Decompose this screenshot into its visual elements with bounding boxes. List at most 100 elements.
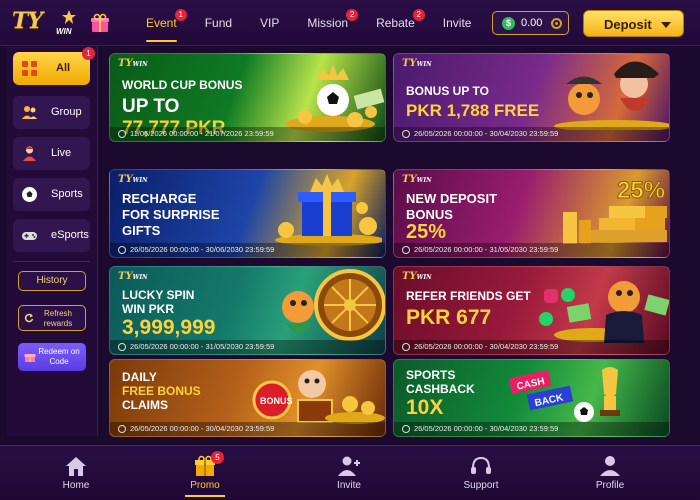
notification-badge: 1 [174, 9, 187, 21]
spin-wheel-art [282, 269, 385, 341]
user-icon [600, 456, 620, 476]
promo-banner-new-deposit[interactable]: TYWIN NEW DEPOSIT BONUS 25% 25% 26/05/20… [393, 169, 670, 258]
top-bar: TY WIN Event 1 Fund VIP Mission 2 Rebate… [0, 0, 700, 46]
soccer-trophy-art [285, 64, 385, 132]
banner-title: WORLD CUP BONUS [122, 78, 243, 92]
sidebar-item-all[interactable]: All 1 [13, 47, 95, 85]
banner-subtitle: CASHBACK [406, 382, 475, 396]
redeem-code-button[interactable]: Redeem on Code [18, 343, 86, 371]
bottom-nav-promo[interactable]: 5 Promo [155, 446, 255, 500]
balance-amount: 0.00 [521, 17, 543, 29]
gamepad-icon [22, 232, 37, 240]
banner-amount: 3,999,999 [122, 316, 216, 339]
bonus-chest-art: BONUS [252, 370, 385, 424]
cashback-trophy-art: CASH BACK [508, 367, 620, 422]
bottom-nav-label: Home [62, 480, 90, 491]
promo-banner-bonus-up-to[interactable]: TYWIN BONUS UP TO PKR 1,788 FREE 26/05/2… [393, 53, 670, 142]
banner-date-text: 26/05/2026 00:00:00 - 30/04/2030 23:59:5… [414, 424, 559, 433]
banner-logo: TYWIN [402, 174, 432, 185]
star-icon [62, 10, 76, 24]
banner-amount: PKR 1,788 FREE [406, 101, 540, 120]
banner-amount: 10X [406, 396, 444, 419]
banner-subtitle-2: CLAIMS [122, 398, 168, 412]
logo[interactable]: TY WIN [12, 8, 84, 38]
sidebar-item-group[interactable]: Group [13, 96, 90, 129]
notification-badge: 2 [346, 9, 359, 21]
banner-date: 11/06/2026 00:00:00 - 21/07/2026 23:59:5… [110, 127, 385, 141]
banner-logo-sub: WIN [132, 177, 148, 184]
bottom-nav-label: Support [463, 480, 499, 491]
bottom-nav-support[interactable]: Support [431, 446, 531, 500]
sidebar-item-live[interactable]: Live [13, 137, 90, 170]
banner-date: 26/05/2026 00:00:00 - 31/05/2030 23:59:5… [110, 340, 385, 354]
nav-tab-label: VIP [260, 16, 280, 30]
nav-tab-label: Mission [307, 16, 349, 30]
banner-subtitle-2: GIFTS [122, 223, 161, 238]
banner-logo-sub: WIN [416, 177, 432, 184]
banner-date-text: 26/05/2026 00:00:00 - 31/05/2030 23:59:5… [414, 245, 559, 254]
soccer-ball-icon [22, 187, 37, 202]
clock-icon [118, 425, 126, 433]
clock-icon [118, 130, 126, 138]
sidebar-item-label: Live [51, 147, 72, 159]
sidebar-item-sports[interactable]: Sports [13, 178, 90, 211]
nav-tab-fund[interactable]: Fund [191, 0, 246, 46]
banner-title: LUCKY SPIN [122, 288, 195, 302]
banner-amount: 25% [406, 221, 447, 243]
divider [13, 261, 90, 262]
sidebar-item-esports[interactable]: eSports [13, 219, 90, 252]
bottom-nav-label: Invite [337, 480, 361, 491]
sidebar-item-label: Group [51, 106, 82, 118]
deposit-label: Deposit [604, 17, 652, 32]
promo-banner-lucky-spin[interactable]: TYWIN LUCKY SPIN WIN PKR 3,999,999 26/05… [109, 266, 386, 355]
gift-box-art [275, 174, 382, 246]
nav-tab-label: Rebate [376, 16, 415, 30]
promo-banner-daily-bonus[interactable]: DAILY FREE BONUS CLAIMS BONUS 26/05/2026… [109, 359, 386, 437]
refresh-icon[interactable] [551, 18, 562, 29]
bottom-nav-invite[interactable]: Invite [299, 446, 399, 500]
refresh-rewards-label: Refresh rewards [43, 309, 73, 328]
banner-logo-text: TY [402, 174, 417, 185]
nav-tab-event[interactable]: Event 1 [132, 0, 191, 46]
refresh-rewards-button[interactable]: Refresh rewards [18, 305, 86, 331]
promo-banner-recharge[interactable]: TYWIN RECHARGE FOR SURPRISE GIFTS 26/05/… [109, 169, 386, 258]
redeem-gift-icon [24, 354, 36, 362]
group-icon [22, 106, 37, 119]
banner-subtitle: FOR SURPRISE [122, 207, 220, 222]
clock-icon [402, 130, 410, 138]
deposit-button[interactable]: Deposit [583, 10, 684, 37]
promo-banner-refer-friends[interactable]: TYWIN REFER FRIENDS GET PKR 677 26/05/20… [393, 266, 670, 355]
gift-icon[interactable] [90, 13, 110, 33]
banner-date-text: 26/05/2026 00:00:00 - 31/05/2030 23:59:5… [130, 342, 275, 351]
bottom-nav-profile[interactable]: Profile [560, 446, 660, 500]
banner-logo: TYWIN [118, 271, 148, 282]
banner-logo: TYWIN [402, 271, 432, 282]
notification-badge: 5 [211, 451, 224, 464]
top-nav: Event 1 Fund VIP Mission 2 Rebate 2 Invi… [132, 0, 485, 46]
banner-subtitle: BONUS [406, 207, 453, 222]
banner-subtitle: WIN PKR [122, 302, 174, 316]
logo-subtext: WIN [56, 27, 72, 36]
history-button[interactable]: History [18, 271, 86, 291]
sidebar-item-label: Sports [51, 188, 83, 200]
gold-bars-art: 25% [563, 177, 667, 244]
promo-banner-world-cup[interactable]: TYWIN WORLD CUP BONUS UP TO 77,777 PKR 1… [109, 53, 386, 142]
banner-subtitle: UP TO [122, 96, 180, 117]
bottom-nav-home[interactable]: Home [26, 446, 126, 500]
banner-logo-text: TY [118, 271, 133, 282]
wallet-balance[interactable]: $ 0.00 [492, 11, 569, 35]
nav-tab-invite[interactable]: Invite [429, 0, 486, 46]
bonus-art-text: BONUS [260, 396, 293, 406]
bottom-nav-label: Promo [190, 480, 220, 491]
sidebar-item-label: All [56, 62, 71, 74]
nav-tab-rebate[interactable]: Rebate 2 [362, 0, 429, 46]
bottom-nav-label: Profile [595, 480, 625, 491]
banner-date: 26/05/2026 00:00:00 - 30/04/2030 23:59:5… [394, 127, 669, 141]
banner-logo-sub: WIN [132, 274, 148, 281]
banner-title: REFER FRIENDS GET [406, 289, 531, 303]
banner-logo: TYWIN [118, 58, 148, 69]
banner-logo-text: TY [118, 58, 133, 69]
nav-tab-vip[interactable]: VIP [246, 0, 293, 46]
nav-tab-mission[interactable]: Mission 2 [293, 0, 362, 46]
promo-banner-sports-cashback[interactable]: SPORTS CASHBACK 10X CASH BACK 26/05/2026… [393, 359, 670, 437]
